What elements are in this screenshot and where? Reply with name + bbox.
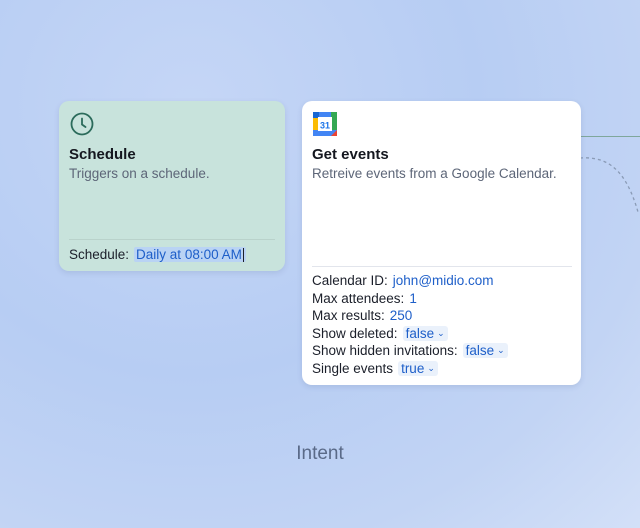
chevron-down-icon: ⌄ — [437, 327, 445, 338]
schedule-node[interactable]: Schedule Triggers on a schedule. Schedul… — [59, 101, 285, 271]
schedule-node-subtitle: Triggers on a schedule. — [69, 166, 210, 181]
property-calendar-id: Calendar ID: john@midio.com — [312, 272, 494, 289]
get-events-node[interactable]: 31 Get events Retreive events from a Goo… — [302, 101, 581, 385]
chevron-down-icon: ⌄ — [427, 362, 435, 373]
schedule-property-label: Schedule: — [69, 247, 130, 262]
get-events-title: Get events — [312, 146, 389, 163]
schedule-value-text: Daily at 08:00 AM — [136, 246, 242, 262]
get-events-subtitle: Retreive events from a Google Calendar. — [312, 166, 557, 181]
property-label: Max attendees: — [312, 290, 405, 306]
property-max-attendees: Max attendees: 1 — [312, 290, 417, 307]
select-value: false — [465, 343, 495, 358]
select-value: false — [405, 325, 435, 341]
property-label: Show deleted: — [312, 325, 398, 341]
divider — [69, 239, 275, 240]
property-max-results: Max results: 250 — [312, 307, 412, 324]
single-events-select[interactable]: true ⌄ — [398, 360, 438, 376]
intent-label: Intent — [296, 443, 344, 464]
chevron-down-icon: ⌄ — [497, 345, 505, 355]
property-label: Calendar ID: — [312, 273, 388, 288]
select-value: true — [401, 360, 425, 376]
connector-curve — [579, 157, 639, 213]
property-label: Single events — [312, 360, 394, 376]
max-results-value[interactable]: 250 — [390, 308, 413, 323]
text-cursor — [242, 248, 244, 263]
property-show-deleted: Show deleted: false ⌄ — [312, 325, 448, 342]
property-single-events: Single events true ⌄ — [312, 360, 438, 377]
calendar-icon-text: 31 — [320, 121, 330, 131]
schedule-property-row: Schedule: Daily at 08:00 AM — [69, 246, 246, 263]
calendar-id-value[interactable]: john@midio.com — [393, 273, 494, 288]
divider — [312, 266, 572, 267]
property-label: Max results: — [312, 308, 385, 323]
max-attendees-value[interactable]: 1 — [409, 291, 417, 306]
google-calendar-icon: 31 — [312, 111, 338, 137]
schedule-node-title: Schedule — [69, 146, 136, 163]
show-deleted-select[interactable]: false ⌄ — [402, 325, 448, 341]
property-label: Show hidden invitations: — [312, 343, 458, 358]
show-hidden-invitations-select[interactable]: false ⌄ — [462, 343, 508, 358]
property-show-hidden-invitations: Show hidden invitations: false ⌄ — [312, 342, 508, 359]
schedule-value-input[interactable]: Daily at 08:00 AM — [134, 246, 246, 263]
clock-icon — [69, 111, 95, 137]
connector-line — [580, 136, 640, 137]
